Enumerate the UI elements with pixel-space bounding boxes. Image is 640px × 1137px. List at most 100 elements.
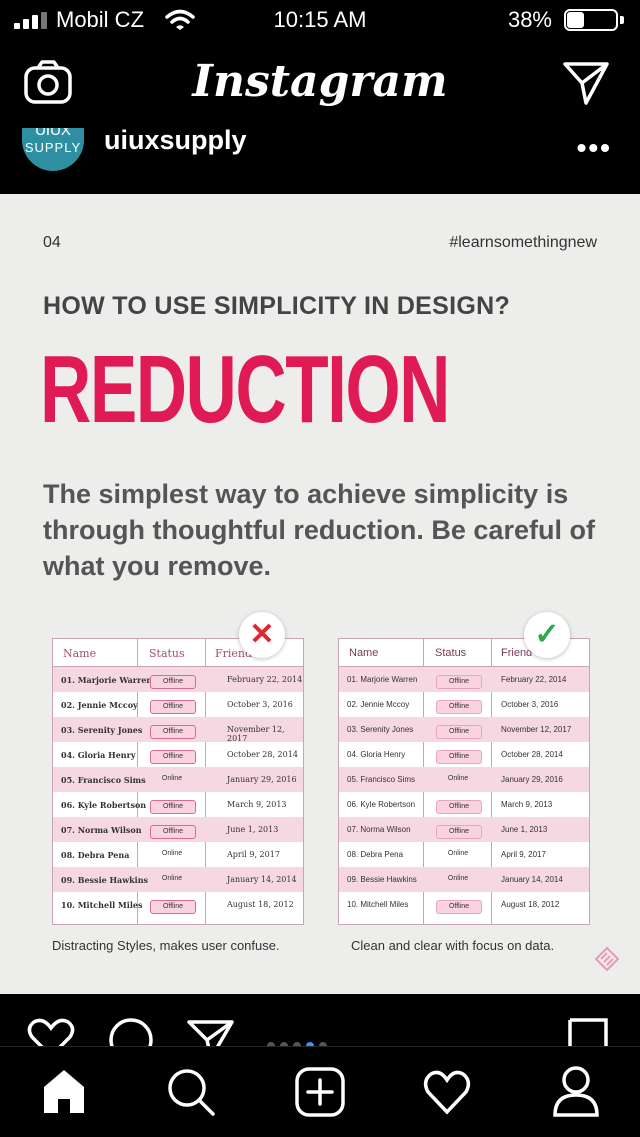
big-title: REDUCTION xyxy=(40,336,450,443)
row-date: March 9, 2013 xyxy=(227,800,287,809)
column-header: Friend xyxy=(501,647,533,659)
row-name: 01. Marjorie Warren xyxy=(347,675,418,684)
row-date: January 29, 2016 xyxy=(227,775,297,784)
status-bar: Mobil CZ 10:15 AM 38% xyxy=(0,0,640,42)
good-example-caption: Clean and clear with focus on data. xyxy=(351,938,555,953)
row-name: 04. Gloria Henry xyxy=(61,750,136,760)
table-row: 01. Marjorie Warren Offline February 22, 2… xyxy=(339,667,589,692)
check-mark-icon: ✓ xyxy=(524,612,570,658)
row-status: Offline xyxy=(150,675,196,689)
row-name: 03. Serenity Jones xyxy=(347,725,414,734)
column-header: Name xyxy=(349,647,379,659)
row-name: 05. Francisco Sims xyxy=(347,775,416,784)
row-name: 09. Bessie Hawkins xyxy=(347,875,417,884)
app-logo: Instagram xyxy=(192,56,448,107)
row-status: Offline xyxy=(150,725,196,739)
search-icon[interactable] xyxy=(166,1067,216,1117)
top-nav: Instagram xyxy=(0,42,640,129)
column-header: Status xyxy=(149,647,185,660)
table-row: 01. Marjorie Warren Offline February 22, 2… xyxy=(53,667,303,692)
table-row: 10. Mitchell Miles Offline August 18, 2012 xyxy=(53,892,303,917)
username[interactable]: uiuxsupply xyxy=(104,128,247,156)
bookmark-icon[interactable] xyxy=(566,1018,610,1046)
row-date: June 1, 2013 xyxy=(227,825,279,834)
row-name: 02. Jennie Mccoy xyxy=(61,700,138,710)
table-row: 03. Serenity Jones Offline November 12, 20… xyxy=(339,717,589,742)
row-name: 10. Mitchell Miles xyxy=(61,900,143,910)
table-row: 05. Francisco Sims Online January 29, 2016 xyxy=(53,767,303,792)
more-options-button[interactable]: ••• xyxy=(577,132,612,164)
table-row: 06. Kyle Robertson Offline March 9, 2013 xyxy=(53,792,303,817)
row-name: 06. Kyle Robertson xyxy=(61,800,147,810)
row-status: Offline xyxy=(436,900,482,914)
table-row: 09. Bessie Hawkins Online January 14, 2014 xyxy=(339,867,589,892)
row-date: October 3, 2016 xyxy=(227,700,293,709)
cross-mark-icon: ✕ xyxy=(239,612,285,658)
row-date: January 14, 2014 xyxy=(501,875,563,884)
activity-icon[interactable] xyxy=(422,1069,472,1115)
table-row: 08. Debra Pena Online April 9, 2017 xyxy=(53,842,303,867)
row-date: February 22, 2014 xyxy=(227,675,303,684)
row-name: 08. Debra Pena xyxy=(61,850,130,860)
row-name: 01. Marjorie Warren xyxy=(61,675,153,685)
row-date: August 18, 2012 xyxy=(501,900,560,909)
row-name: 04. Gloria Henry xyxy=(347,750,406,759)
row-status: Online xyxy=(447,850,469,857)
hashtag: #learnsomethingnew xyxy=(449,234,597,251)
row-date: April 9, 2017 xyxy=(227,850,280,859)
avatar[interactable]: UIUX SUPPLY xyxy=(22,128,84,171)
table-row: 07. Norma Wilson Offline June 1, 2013 xyxy=(53,817,303,842)
headline: HOW TO USE SIMPLICITY IN DESIGN? xyxy=(43,292,511,320)
table-row: 05. Francisco Sims Online January 29, 2016 xyxy=(339,767,589,792)
row-name: 07. Norma Wilson xyxy=(61,825,142,835)
row-date: November 12, 2017 xyxy=(501,725,572,734)
avatar-text-bottom: SUPPLY xyxy=(24,140,82,155)
battery-icon xyxy=(564,9,626,31)
new-post-icon[interactable] xyxy=(295,1067,345,1117)
good-example-table: Name Status Friend 01. Marjorie Warren Offli… xyxy=(338,638,590,925)
row-date: October 3, 2016 xyxy=(501,700,559,709)
profile-icon[interactable] xyxy=(552,1065,600,1117)
row-name: 03. Serenity Jones xyxy=(61,725,143,735)
row-date: August 18, 2012 xyxy=(227,900,294,909)
row-status: Offline xyxy=(150,750,196,764)
home-icon[interactable] xyxy=(40,1067,88,1115)
share-icon[interactable] xyxy=(186,1018,236,1046)
row-status: Offline xyxy=(150,700,196,714)
comment-icon[interactable] xyxy=(106,1018,156,1046)
row-name: 08. Debra Pena xyxy=(347,850,404,859)
row-date: January 29, 2016 xyxy=(501,775,563,784)
tab-bar xyxy=(0,1046,640,1137)
body-text: The simplest way to achieve simplicity i… xyxy=(43,479,595,581)
row-date: February 22, 2014 xyxy=(501,675,567,684)
row-status: Offline xyxy=(436,825,482,839)
row-name: 10. Mitchell Miles xyxy=(347,900,409,909)
row-date: April 9, 2017 xyxy=(501,850,546,859)
row-date: October 28, 2014 xyxy=(227,750,298,759)
avatar-text-top: UIUX xyxy=(35,128,71,139)
column-header: Status xyxy=(435,647,467,659)
row-date: October 28, 2014 xyxy=(501,750,563,759)
table-row: 09. Bessie Hawkins Online January 14, 2014 xyxy=(53,867,303,892)
row-date: November 12, 2017 xyxy=(227,725,285,743)
bad-example-table: Name Status Friend 01. Marjorie Warren Offli… xyxy=(52,638,304,925)
post-number: 04 xyxy=(43,234,61,251)
row-status: Offline xyxy=(150,825,196,839)
brand-mark-icon xyxy=(594,946,620,972)
direct-message-icon[interactable] xyxy=(562,60,610,106)
table-row: 10. Mitchell Miles Offline August 18, 2012 xyxy=(339,892,589,917)
post-header: UIUX SUPPLY uiuxsupply ••• xyxy=(0,128,640,194)
row-status: Offline xyxy=(436,675,482,689)
carousel-indicator xyxy=(258,1037,341,1046)
row-status: Offline xyxy=(436,725,482,739)
table-row: 02. Jennie Mccoy Offline October 3, 2016 xyxy=(53,692,303,717)
row-status: Online xyxy=(161,775,183,782)
row-status: Offline xyxy=(150,900,196,914)
post-image[interactable]: 04 #learnsomethingnew HOW TO USE SIMPLIC… xyxy=(0,194,640,994)
heart-icon[interactable] xyxy=(26,1018,76,1046)
row-status: Online xyxy=(447,775,469,782)
table-row: 08. Debra Pena Online April 9, 2017 xyxy=(339,842,589,867)
row-name: 05. Francisco Sims xyxy=(61,775,146,785)
table-row: 04. Gloria Henry Offline October 28, 2014 xyxy=(53,742,303,767)
row-name: 09. Bessie Hawkins xyxy=(61,875,149,885)
